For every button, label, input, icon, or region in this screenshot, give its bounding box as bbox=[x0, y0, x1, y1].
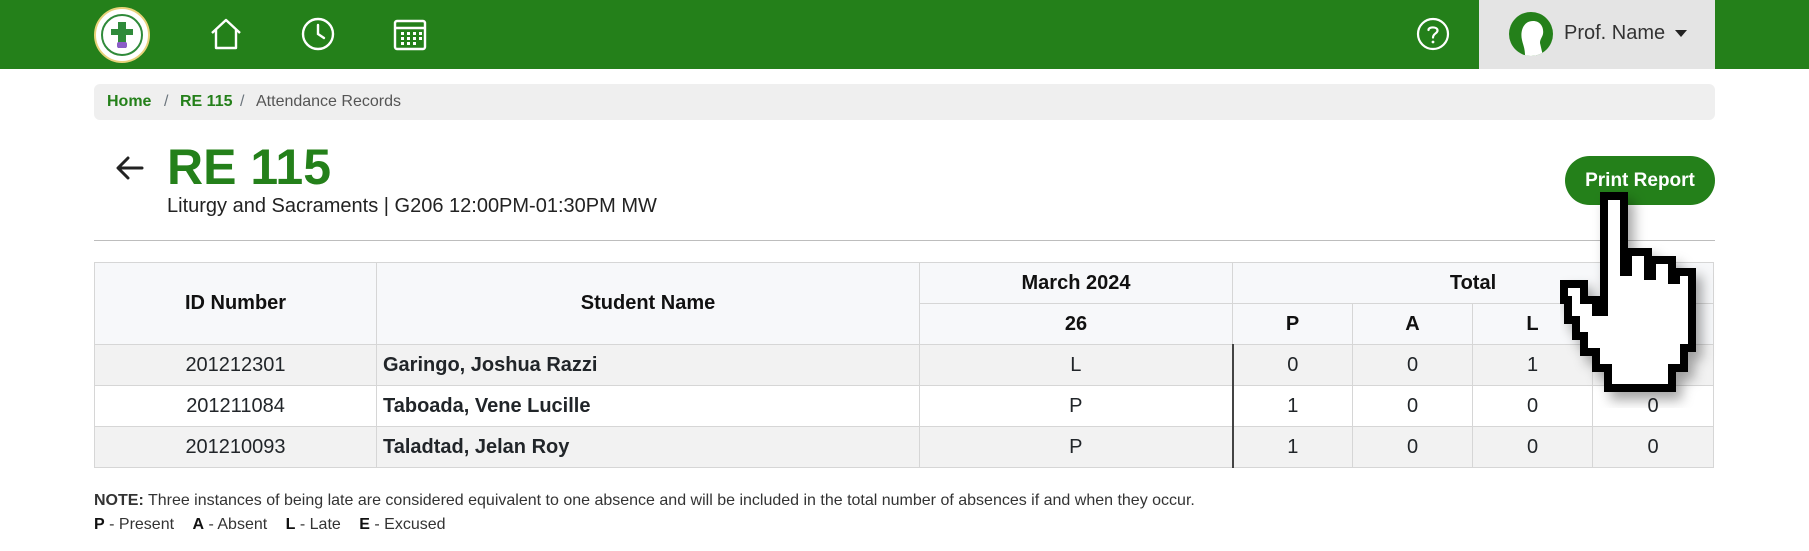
breadcrumb-course[interactable]: RE 115 bbox=[180, 93, 232, 111]
cell-total-a: 0 bbox=[1352, 344, 1473, 386]
breadcrumb: Home / RE 115 / Attendance Records bbox=[94, 84, 1715, 120]
page-title: RE 115 bbox=[167, 139, 332, 195]
cell-name: Garingo, Joshua Razzi bbox=[376, 344, 920, 386]
breadcrumb-separator: / bbox=[240, 93, 245, 110]
cell-total-p: 0 bbox=[1232, 344, 1353, 386]
legend-key: P bbox=[94, 516, 105, 533]
print-report-button[interactable]: Print Report bbox=[1565, 156, 1715, 205]
column-header-total: Total bbox=[1232, 262, 1714, 304]
note-text: Three instances of being late are consid… bbox=[143, 492, 1195, 509]
cell-total-p: 1 bbox=[1232, 426, 1353, 468]
attendance-table: ID Number Student Name March 2024 Total … bbox=[94, 262, 1714, 468]
caret-down-icon bbox=[1675, 30, 1687, 37]
cell-total-l: 0 bbox=[1472, 426, 1593, 468]
course-subtitle: Liturgy and Sacraments | G206 12:00PM-01… bbox=[167, 195, 657, 217]
cell-total-e: 0 bbox=[1592, 426, 1714, 468]
column-header-name: Student Name bbox=[376, 262, 920, 345]
cell-id: 201210093 bbox=[94, 426, 377, 468]
column-header-id: ID Number bbox=[94, 262, 377, 345]
cell-total-l: 0 bbox=[1472, 385, 1593, 427]
divider bbox=[94, 240, 1715, 241]
table-row: 201212301 Garingo, Joshua Razzi L 0 0 1 … bbox=[94, 344, 1714, 386]
legend-key: L bbox=[285, 516, 296, 533]
avatar bbox=[1509, 12, 1553, 56]
late-policy-note: NOTE: Three instances of being late are … bbox=[94, 492, 1195, 510]
column-header-p: P bbox=[1232, 303, 1353, 345]
column-header-day: 26 bbox=[919, 303, 1233, 345]
column-header-l: L bbox=[1472, 303, 1593, 345]
cell-id: 201212301 bbox=[94, 344, 377, 386]
profile-dropdown[interactable]: Prof. Name bbox=[1479, 0, 1715, 69]
legend-text: - Late bbox=[295, 516, 341, 533]
cell-day: L bbox=[919, 344, 1234, 386]
cell-total-p: 1 bbox=[1232, 385, 1353, 427]
breadcrumb-home[interactable]: Home bbox=[107, 93, 151, 111]
cell-id: 201211084 bbox=[94, 385, 377, 427]
help-icon[interactable] bbox=[1416, 17, 1450, 51]
school-logo[interactable] bbox=[94, 7, 150, 63]
cell-total-e: 0 bbox=[1592, 344, 1714, 386]
cell-name: Taboada, Vene Lucille bbox=[376, 385, 920, 427]
home-icon[interactable] bbox=[208, 16, 244, 52]
cell-total-a: 0 bbox=[1352, 426, 1473, 468]
calendar-icon[interactable] bbox=[392, 16, 428, 52]
breadcrumb-current: Attendance Records bbox=[256, 93, 401, 110]
clock-icon[interactable] bbox=[300, 16, 336, 52]
legend-key: E bbox=[359, 516, 370, 533]
breadcrumb-separator: / bbox=[164, 93, 169, 110]
note-label: NOTE: bbox=[94, 492, 144, 509]
cell-day: P bbox=[919, 385, 1234, 427]
table-row: 201210093 Taladtad, Jelan Roy P 1 0 0 0 bbox=[94, 426, 1714, 468]
top-navbar: Prof. Name bbox=[0, 0, 1809, 69]
column-header-a: A bbox=[1352, 303, 1473, 345]
profile-name: Prof. Name bbox=[1564, 22, 1666, 44]
cell-name: Taladtad, Jelan Roy bbox=[376, 426, 920, 468]
status-legend: P - Present A - Absent L - Late E - Excu… bbox=[94, 516, 446, 534]
legend-key: A bbox=[192, 516, 205, 533]
legend-text: - Absent bbox=[204, 516, 268, 533]
column-header-month: March 2024 bbox=[919, 262, 1233, 304]
table-row: 201211084 Taboada, Vene Lucille P 1 0 0 … bbox=[94, 385, 1714, 427]
column-header-e: E bbox=[1592, 303, 1714, 345]
cell-total-l: 1 bbox=[1472, 344, 1593, 386]
legend-text: - Excused bbox=[369, 516, 446, 533]
cell-total-e: 0 bbox=[1592, 385, 1714, 427]
back-arrow-icon[interactable] bbox=[112, 150, 148, 186]
cell-day: P bbox=[919, 426, 1234, 468]
legend-text: - Present bbox=[104, 516, 175, 533]
cell-total-a: 0 bbox=[1352, 385, 1473, 427]
